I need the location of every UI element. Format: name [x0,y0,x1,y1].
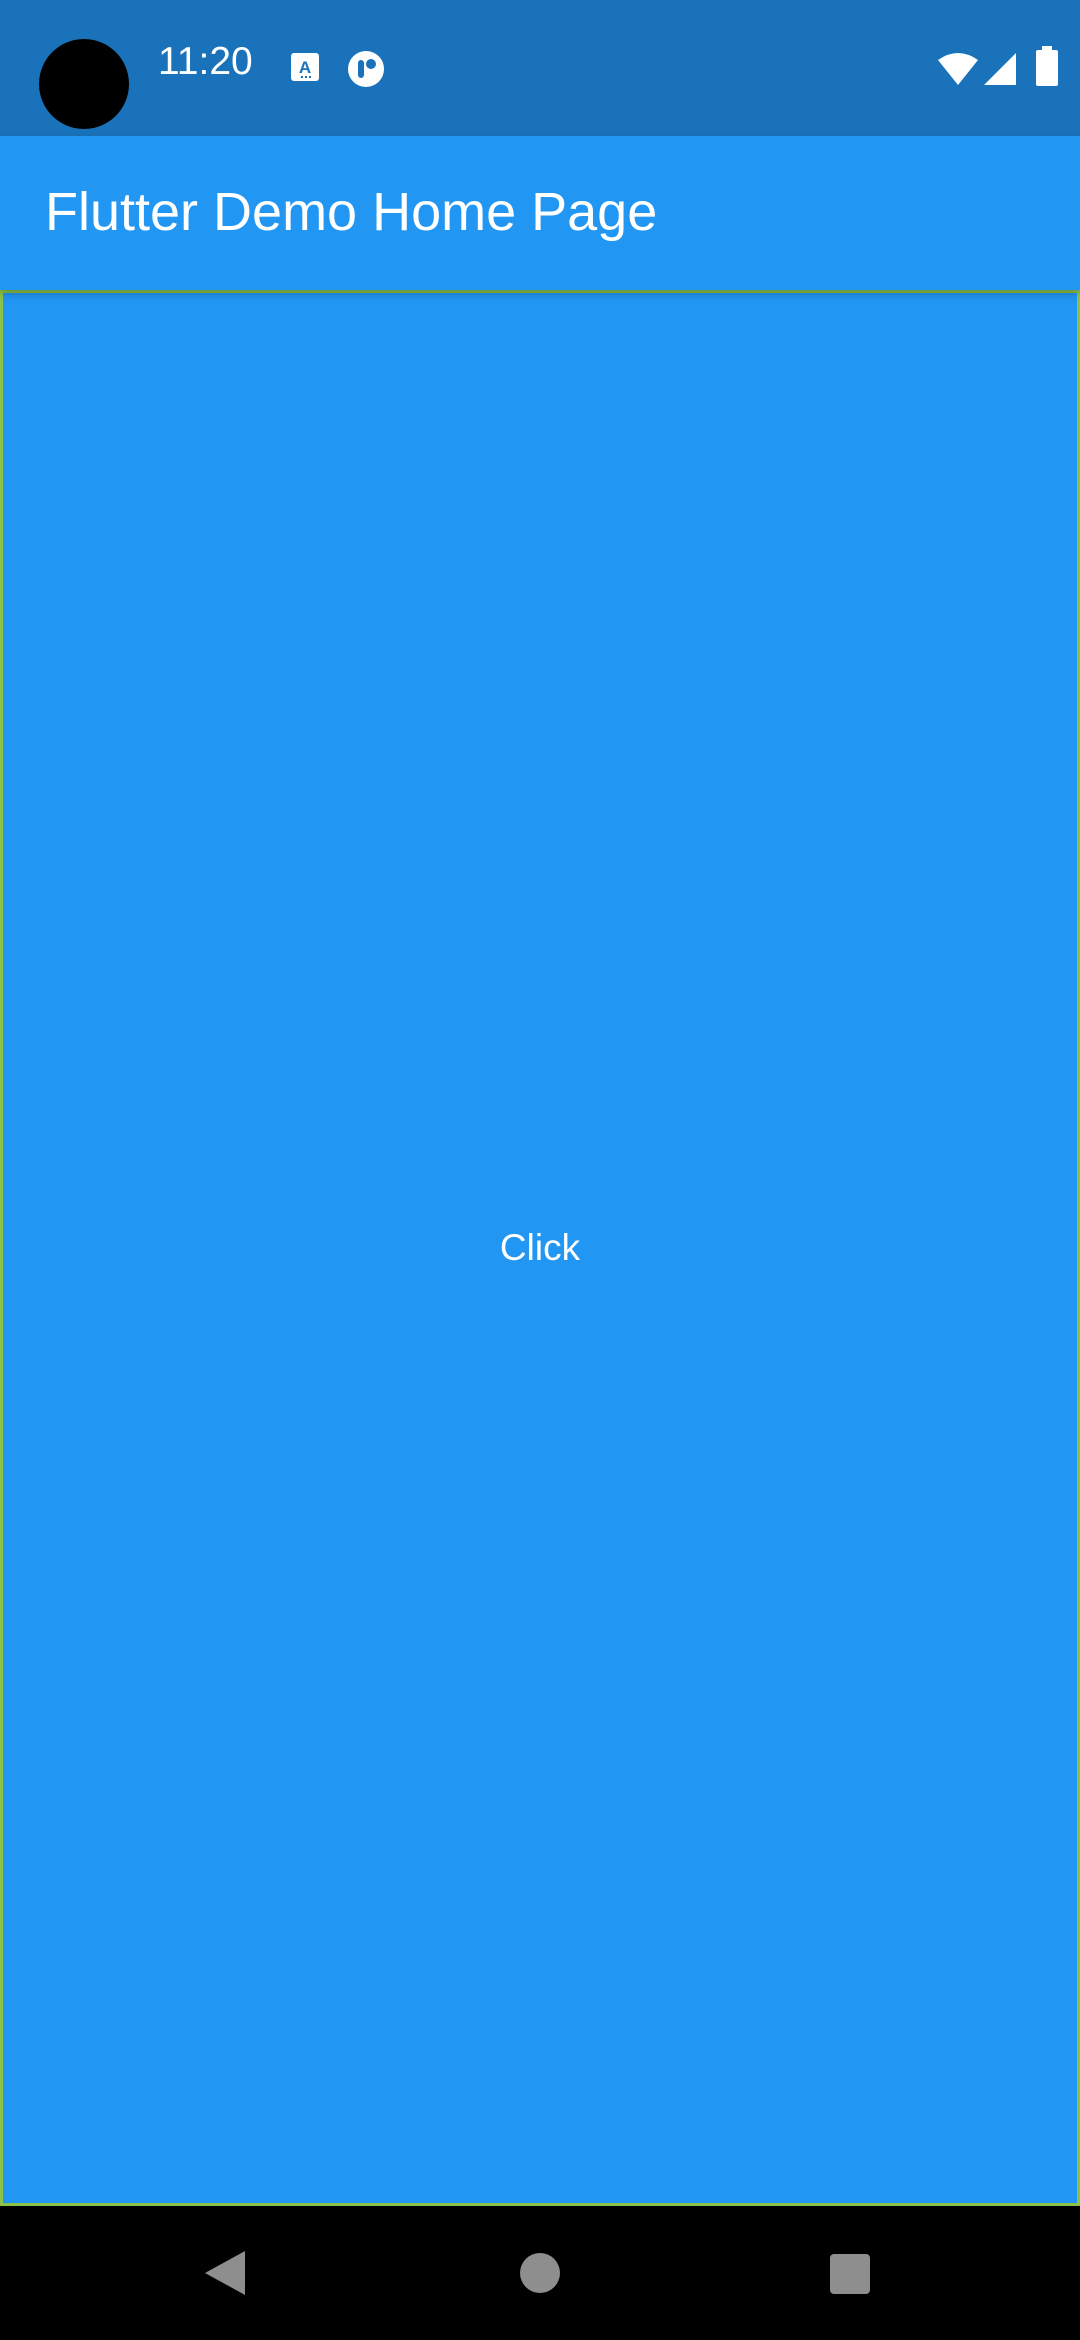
status-bar: 11:20 A [0,0,1080,136]
a-icon: A [291,53,319,81]
navigation-bar [0,2206,1080,2340]
page-title: Flutter Demo Home Page [45,182,658,242]
screen: 11:20 A Flutter Demo Home Page Click [0,0,1080,2340]
r-icon [348,51,384,87]
svg-text:A: A [299,58,311,77]
signal-icon [984,53,1016,85]
app-bar: Flutter Demo Home Page [0,136,1080,290]
content-area: Click [0,290,1080,2206]
click-button[interactable]: Click [480,1217,600,1279]
back-icon[interactable] [205,2251,245,2295]
battery-icon [1036,46,1058,86]
home-icon[interactable] [520,2253,560,2293]
status-time: 11:20 [158,40,253,83]
wifi-icon [938,53,978,85]
camera-hole [39,39,129,129]
recents-icon[interactable] [830,2254,870,2294]
